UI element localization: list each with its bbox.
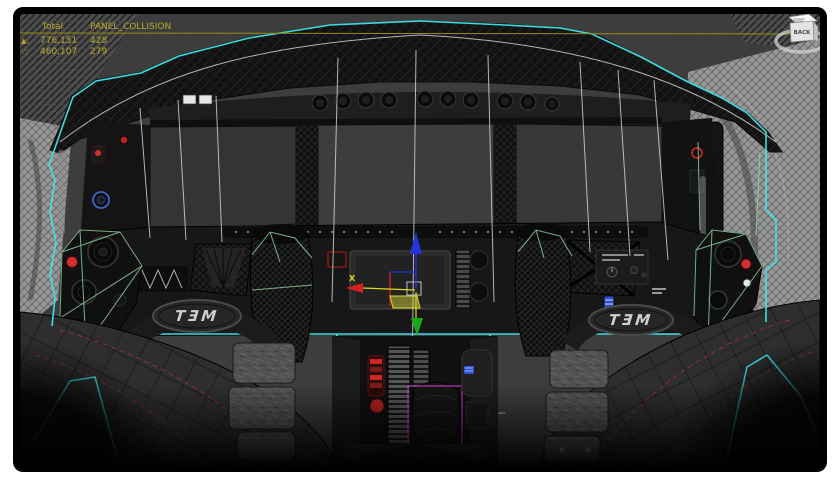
stats-row2-label: ∵: — [21, 48, 28, 56]
stats-col-selected: PANEL_COLLISION — [90, 22, 171, 32]
screenshot-stage: TƎM TƎM X Total PANEL_COLLISION ▲: 776,1… — [0, 0, 840, 479]
stats-row2-selected: 279 — [90, 47, 107, 57]
overhead-label-plate — [198, 94, 213, 105]
windshield-pane-center — [317, 123, 495, 230]
windshield-pane-left — [149, 125, 297, 234]
stats-row1-label: ▲: — [21, 37, 29, 45]
stats-row1-total: 776,151 — [40, 36, 77, 46]
red-knob — [119, 135, 129, 145]
overhead-label-plate — [182, 94, 197, 105]
windshield-pane-right — [515, 123, 663, 229]
steering-gaiter-right — [514, 223, 573, 357]
vent-left — [189, 243, 253, 297]
viewport-content: TƎM TƎM X Total PANEL_COLLISION ▲: 776,1… — [20, 14, 820, 466]
knob[interactable] — [630, 266, 638, 274]
stats-col-total: Total — [41, 22, 63, 32]
gauge-right — [691, 147, 703, 159]
red-button-right[interactable] — [740, 258, 752, 270]
stats-row2-total: 460,107 — [40, 47, 77, 57]
stats-row1-selected: 428 — [90, 36, 107, 46]
blue-connector — [464, 366, 474, 374]
gizmo-x-label: X — [349, 274, 356, 283]
dash-speaker — [469, 250, 489, 270]
viewcube-face-label: BACK — [794, 30, 811, 36]
red-button-left[interactable] — [66, 256, 78, 268]
dash-speaker — [469, 282, 489, 302]
vignette-corner-left — [20, 340, 170, 466]
a-pillar-left — [80, 122, 150, 246]
viewport-3d: TƎM TƎM X Total PANEL_COLLISION ▲: 776,1… — [0, 0, 840, 479]
windshield-mullion — [296, 125, 318, 232]
vignette-corner-right — [670, 340, 820, 466]
red-framed-button[interactable] — [327, 251, 347, 268]
logo-right: TƎM — [608, 311, 654, 329]
windshield-mullion — [494, 124, 516, 229]
vent-slats — [455, 249, 471, 309]
logo-left: TƎM — [174, 307, 220, 325]
